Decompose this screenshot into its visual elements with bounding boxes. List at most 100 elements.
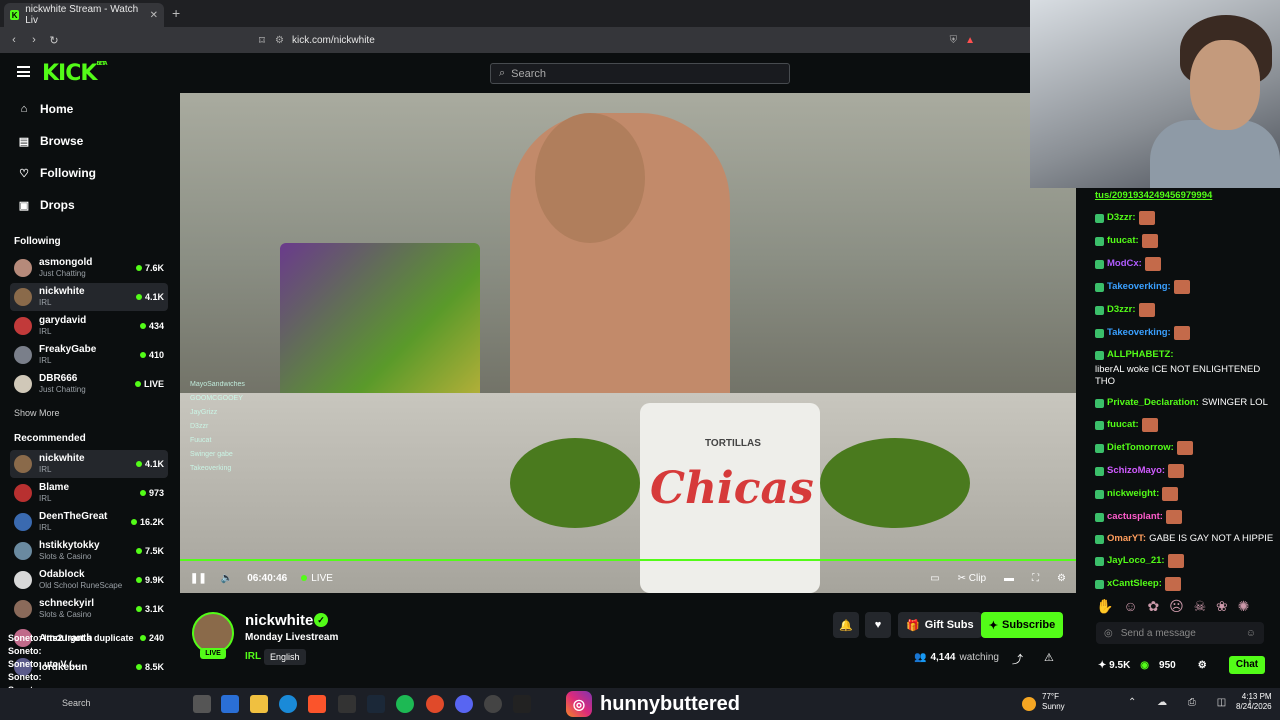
site-info-icon[interactable]: ⚙ — [275, 35, 284, 46]
reload-icon[interactable]: ↻ — [44, 34, 64, 47]
viewers-icon: 👥 — [914, 652, 927, 663]
language-tag[interactable]: English — [264, 649, 306, 665]
chat-username[interactable]: fuucat: — [1107, 235, 1139, 247]
brave-rewards-icon[interactable]: ▲ — [965, 35, 975, 46]
chat-username[interactable]: D3zzr: — [1107, 212, 1136, 224]
chat-username[interactable]: ModCx: — [1107, 258, 1142, 270]
chat-mode-icon[interactable]: ◎ — [1104, 628, 1113, 639]
theater-mode-icon[interactable]: ▬ — [1004, 573, 1014, 584]
chat-username[interactable]: SchizoMayo: — [1107, 465, 1165, 477]
category-link[interactable]: IRL — [245, 651, 261, 662]
emote-icon — [1167, 554, 1184, 568]
chat-username[interactable]: OmarYT: — [1107, 533, 1146, 545]
channel-item[interactable]: nickwhite IRL 4.1K — [10, 450, 168, 478]
chat-username[interactable]: Private_Declaration: — [1107, 397, 1199, 409]
channel-name[interactable]: nickwhite — [245, 612, 313, 629]
spotify-icon[interactable] — [396, 695, 414, 713]
chat-username[interactable]: D3zzr: — [1107, 304, 1136, 316]
emote-bar[interactable]: ✋ ☺ ✿ ☹ ☠ ❀ ✺ — [1096, 598, 1252, 615]
live-badge: LIVE — [200, 648, 226, 659]
share-icon[interactable]: ⤴ — [1012, 651, 1023, 667]
forward-icon[interactable]: › — [24, 34, 44, 46]
chat-username[interactable]: ALLPHABETZ: — [1107, 349, 1174, 361]
channel-item[interactable]: asmongold Just Chatting 7.6K — [10, 254, 168, 282]
chat-username[interactable]: xCantSleep: — [1107, 578, 1162, 590]
chat-input[interactable]: ◎ Send a message ☺ — [1096, 622, 1264, 644]
steam-icon[interactable] — [367, 695, 385, 713]
brave-shield-icon[interactable]: ⛨ — [950, 35, 958, 46]
taskbar-search[interactable]: Search — [62, 698, 91, 708]
nav-following[interactable]: ♡ Following — [18, 166, 96, 180]
back-icon[interactable]: ‹ — [4, 34, 24, 46]
clip-button[interactable]: ✂ Clip — [958, 573, 986, 584]
taskbar-clock[interactable]: 4:13 PM 8/24/2026 — [1236, 692, 1272, 712]
volume-icon[interactable]: 🔈 — [221, 573, 233, 584]
pause-icon[interactable]: ❚❚ — [190, 573, 207, 584]
chat-username[interactable]: cactusplant: — [1107, 511, 1163, 523]
channel-item[interactable]: garydavid IRL 434 — [10, 312, 168, 340]
notification-bell-icon[interactable]: 🔔 — [833, 612, 859, 638]
chat-username[interactable]: fuucat: — [1107, 419, 1139, 431]
report-icon[interactable]: ⚠ — [1044, 651, 1054, 664]
points-display[interactable]: ✦ 9.5K — [1098, 660, 1130, 671]
video-player[interactable]: TORTILLAS Chicas MayoSandwiches GOOMCGOOE… — [180, 93, 1076, 593]
chat-badge-icon — [1095, 282, 1104, 292]
edge-icon[interactable] — [279, 695, 297, 713]
settings-icon[interactable]: ⚙ — [1057, 573, 1066, 584]
menu-icon[interactable] — [17, 66, 30, 77]
chat-username[interactable]: DietTomorrow: — [1107, 442, 1174, 454]
kick-logo[interactable]: KICKBETA — [42, 61, 108, 86]
chat-link[interactable]: tus/2091934249456979994 — [1095, 190, 1275, 202]
chat-message: JayLoco_21: — [1095, 554, 1275, 568]
fullscreen-icon[interactable]: ⛶ — [1032, 573, 1039, 584]
emote-icon — [1141, 418, 1158, 432]
stream-title: Monday Livestream — [245, 632, 339, 643]
show-more-link[interactable]: Show More — [14, 408, 60, 418]
close-tab-icon[interactable]: ✕ — [150, 10, 158, 21]
emoji-icon[interactable]: ☺ — [1246, 628, 1256, 639]
follow-heart-icon[interactable]: ♥ — [865, 612, 891, 638]
picture-in-picture-icon[interactable]: ▭ — [930, 573, 939, 584]
overlay-line: Soneto: — [8, 646, 42, 656]
channel-item[interactable]: Blame IRL 973 — [10, 479, 168, 507]
chrome-icon[interactable] — [426, 695, 444, 713]
progress-bar[interactable] — [180, 559, 1076, 561]
live-dot-icon — [139, 635, 146, 641]
search-input[interactable]: ⌕ Search — [490, 63, 790, 84]
chat-username[interactable]: nickweight: — [1107, 488, 1159, 500]
nav-browse[interactable]: ▤ Browse — [18, 134, 84, 148]
brave-icon[interactable] — [308, 695, 326, 713]
channel-item[interactable]: DeenTheGreat IRL 16.2K — [10, 508, 168, 536]
bookmark-icon[interactable]: ⌑ — [252, 34, 272, 47]
chat-settings-icon[interactable]: ⚙ — [1198, 660, 1207, 671]
chat-username[interactable]: Takeoverking: — [1107, 327, 1171, 339]
store-icon[interactable] — [221, 695, 239, 713]
task-view-icon[interactable] — [193, 695, 211, 713]
channel-item[interactable]: schneckyirl Slots & Casino 3.1K — [10, 595, 168, 623]
chat-username[interactable]: JayLoco_21: — [1107, 555, 1165, 567]
file-explorer-icon[interactable] — [250, 695, 268, 713]
obs-icon[interactable] — [513, 695, 531, 713]
nav-home[interactable]: ⌂ Home — [18, 102, 74, 116]
nav-drops[interactable]: ▣ Drops — [18, 198, 75, 212]
overlay-chat-line: Takeoverking — [190, 465, 232, 472]
chat-send-button[interactable]: Chat — [1229, 656, 1265, 674]
subscribe-button[interactable]: ✦ Subscribe — [981, 612, 1063, 638]
browser-tab[interactable]: K nickwhite Stream - Watch Liv ✕ — [4, 3, 164, 27]
tab-title: nickwhite Stream - Watch Liv — [25, 4, 139, 26]
channel-item[interactable]: hstikkytokky Slots & Casino 7.5K — [10, 537, 168, 565]
gift-subs-button[interactable]: 🎁 Gift Subs — [898, 612, 982, 638]
channel-item[interactable]: nickwhite IRL 4.1K — [10, 283, 168, 311]
chat-username[interactable]: Takeoverking: — [1107, 281, 1171, 293]
channel-item[interactable]: Odablock Old School RuneScape 9.9K — [10, 566, 168, 594]
viewer-count: 👥 4,144 watching — [914, 652, 999, 663]
weather-widget[interactable]: 77°F Sunny — [1042, 692, 1065, 712]
app-icon[interactable] — [338, 695, 356, 713]
channel-item[interactable]: DBR666 Just Chatting LIVE — [10, 370, 168, 398]
channel-item-name: asmongold — [39, 257, 93, 268]
discord-icon[interactable] — [455, 695, 473, 713]
new-tab-icon[interactable]: + — [172, 5, 180, 21]
settings-app-icon[interactable] — [484, 695, 502, 713]
channel-item[interactable]: FreakyGabe IRL 410 — [10, 341, 168, 369]
address-bar[interactable]: ⚙ kick.com/nickwhite ⛨ ▲ — [275, 31, 975, 49]
